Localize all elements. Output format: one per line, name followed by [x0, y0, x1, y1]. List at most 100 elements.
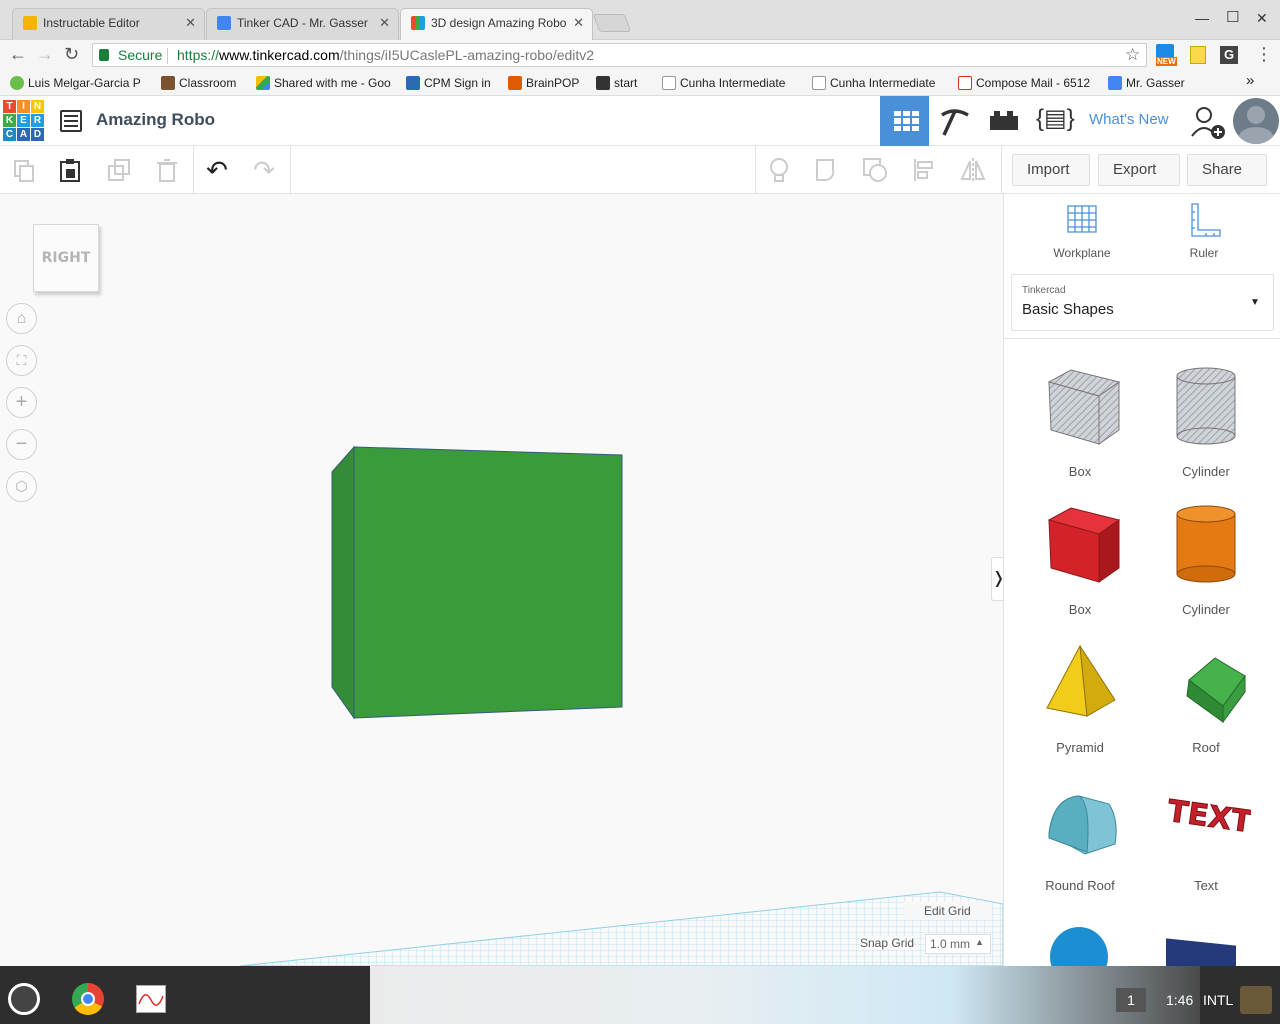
codeblocks-icon[interactable]: {▤} — [1036, 104, 1075, 133]
bookmark-star-icon[interactable]: ☆ — [1125, 44, 1140, 66]
fit-view-button[interactable]: ⛶ — [6, 345, 37, 376]
bookmark-item[interactable]: Compose Mail - 6512 — [958, 74, 1094, 92]
new-tab-button[interactable] — [592, 14, 632, 32]
snap-grid-label: Snap Grid — [860, 936, 915, 950]
tab-close-icon[interactable]: ✕ — [573, 9, 584, 37]
tinkercad-logo[interactable]: TIN KER CAD — [3, 100, 45, 142]
bookmark-item[interactable]: start — [596, 74, 646, 92]
view-cube[interactable]: RIGHT — [33, 224, 99, 292]
panel-collapse-toggle[interactable]: ❭ — [991, 557, 1003, 601]
duplicate-icon[interactable] — [103, 154, 135, 186]
ortho-view-button[interactable]: ⬡ — [6, 471, 37, 502]
bookmark-item[interactable]: Mr. Gasser — [1108, 74, 1192, 92]
design-title[interactable]: Amazing Robo — [96, 110, 215, 130]
add-user-icon[interactable] — [1190, 104, 1226, 140]
zoom-in-button[interactable]: + — [6, 387, 37, 418]
cylinder-hole-icon — [1176, 367, 1236, 445]
design-list-icon[interactable] — [60, 110, 82, 132]
clock[interactable]: 1:46 — [1166, 992, 1193, 1008]
lightbulb-icon[interactable] — [763, 154, 795, 186]
address-bar[interactable]: Secure https://www.tinkercad.com/things/… — [92, 43, 1147, 67]
maximize-icon[interactable]: ☐ — [1226, 8, 1239, 26]
shape-cylinder-hole[interactable]: Cylinder — [1143, 350, 1269, 486]
secure-label: Secure — [118, 47, 163, 63]
bricks-icon[interactable] — [988, 108, 1020, 134]
chrome-menu-icon[interactable]: ⋮ — [1255, 44, 1273, 65]
tab-close-icon[interactable]: ✕ — [185, 9, 196, 37]
bookmark-item[interactable]: Classroom — [161, 74, 245, 92]
launcher-icon[interactable] — [8, 983, 40, 1015]
chrome-app-icon[interactable] — [72, 983, 104, 1015]
cylinder-orange-icon — [1176, 505, 1236, 583]
minimize-icon[interactable]: — — [1195, 10, 1209, 26]
close-window-icon[interactable]: ✕ — [1256, 10, 1268, 27]
sphere-shape-icon[interactable] — [1050, 927, 1108, 966]
reload-icon[interactable]: ↻ — [64, 44, 79, 65]
redo-icon[interactable]: ↷ — [248, 154, 280, 186]
browser-tab-3d-design[interactable]: 3D design Amazing Robo ✕ — [400, 8, 593, 40]
bookmark-item[interactable]: Shared with me - Goo — [256, 74, 392, 92]
pickaxe-icon[interactable] — [938, 105, 972, 139]
copy-icon[interactable] — [8, 154, 40, 186]
home-view-button[interactable]: ⌂ — [6, 303, 37, 334]
shape-cylinder[interactable]: Cylinder — [1143, 488, 1269, 624]
ruler-button[interactable]: Ruler — [1164, 202, 1244, 264]
browser-tab-strip: Instructable Editor ✕ Tinker CAD - Mr. G… — [0, 0, 1280, 40]
mirror-icon[interactable] — [957, 154, 989, 186]
zoom-out-button[interactable]: − — [6, 429, 37, 460]
snap-grid-select[interactable]: 1.0 mm ▲ — [925, 934, 991, 954]
undo-icon[interactable]: ↶ — [201, 154, 233, 186]
3d-view-grid-icon[interactable] — [880, 96, 929, 146]
bookmark-item[interactable]: CPM Sign in — [406, 74, 498, 92]
logo-letter: A — [17, 128, 30, 141]
grammar-extension-icon[interactable]: G — [1220, 46, 1238, 64]
bookmark-item[interactable]: Luis Melgar-Garcia P — [10, 74, 145, 92]
shape-pyramid[interactable]: Pyramid — [1017, 626, 1143, 762]
input-method[interactable]: INTL — [1203, 992, 1233, 1008]
export-button[interactable]: Export — [1098, 154, 1180, 186]
share-button[interactable]: Share — [1187, 154, 1267, 186]
align-icon[interactable] — [909, 154, 941, 186]
group-icon[interactable] — [811, 154, 843, 186]
page-icon — [662, 76, 676, 90]
graph-app-icon[interactable] — [136, 985, 166, 1013]
delete-icon[interactable] — [151, 154, 183, 186]
extension-new-icon[interactable]: NEW — [1156, 44, 1177, 66]
shape-round-roof[interactable]: Round Roof — [1017, 764, 1143, 900]
3d-workspace[interactable]: RIGHT ⌂ ⛶ + − ⬡ Edit Grid Snap Grid 1.0 … — [0, 194, 1003, 966]
forward-arrow-icon[interactable]: → — [36, 44, 54, 65]
logo-letter: R — [31, 114, 44, 127]
tab-close-icon[interactable]: ✕ — [379, 9, 390, 37]
shape-library-select[interactable]: Tinkercad Basic Shapes ▼ — [1011, 274, 1274, 331]
home-icon: ⌂ — [16, 309, 27, 327]
avatar[interactable] — [1233, 98, 1279, 144]
tab-title: Instructable Editor — [43, 16, 140, 30]
keep-extension-icon[interactable] — [1190, 46, 1206, 64]
browser-tab-tinkercad-gasser[interactable]: Tinker CAD - Mr. Gasser ✕ — [206, 8, 399, 40]
shape-box-hole[interactable]: Box — [1017, 350, 1143, 486]
logo-letter: K — [3, 114, 16, 127]
paste-icon[interactable] — [54, 154, 86, 186]
shape-roof[interactable]: Roof — [1143, 626, 1269, 762]
ungroup-icon[interactable] — [859, 154, 891, 186]
box-red-icon — [1047, 507, 1121, 583]
shape-partial-icon[interactable] — [1166, 938, 1236, 966]
bookmark-item[interactable]: BrainPOP — [508, 74, 586, 92]
tab-title: 3D design Amazing Robo — [431, 16, 567, 30]
shape-box[interactable]: Box — [1017, 488, 1143, 624]
bookmark-item[interactable]: Cunha Intermediate — [662, 74, 796, 92]
back-arrow-icon[interactable]: ← — [9, 44, 27, 65]
workplane-button[interactable]: Workplane — [1042, 202, 1122, 264]
import-button[interactable]: Import — [1012, 154, 1090, 186]
whats-new-link[interactable]: What's New — [1089, 111, 1169, 128]
bookmark-favicon-icon — [596, 76, 610, 90]
edit-grid-button[interactable]: Edit Grid — [904, 902, 991, 920]
shape-text[interactable]: TEXT Text — [1143, 764, 1269, 900]
browser-tab-instructable[interactable]: Instructable Editor ✕ — [12, 8, 205, 40]
workspace-indicator[interactable]: 1 — [1116, 988, 1146, 1012]
bookmarks-overflow-icon[interactable]: » — [1246, 72, 1254, 89]
library-name: Basic Shapes — [1022, 301, 1114, 318]
green-box-object[interactable] — [320, 439, 640, 729]
user-status-avatar[interactable] — [1240, 986, 1272, 1014]
bookmark-item[interactable]: Cunha Intermediate — [812, 74, 944, 92]
